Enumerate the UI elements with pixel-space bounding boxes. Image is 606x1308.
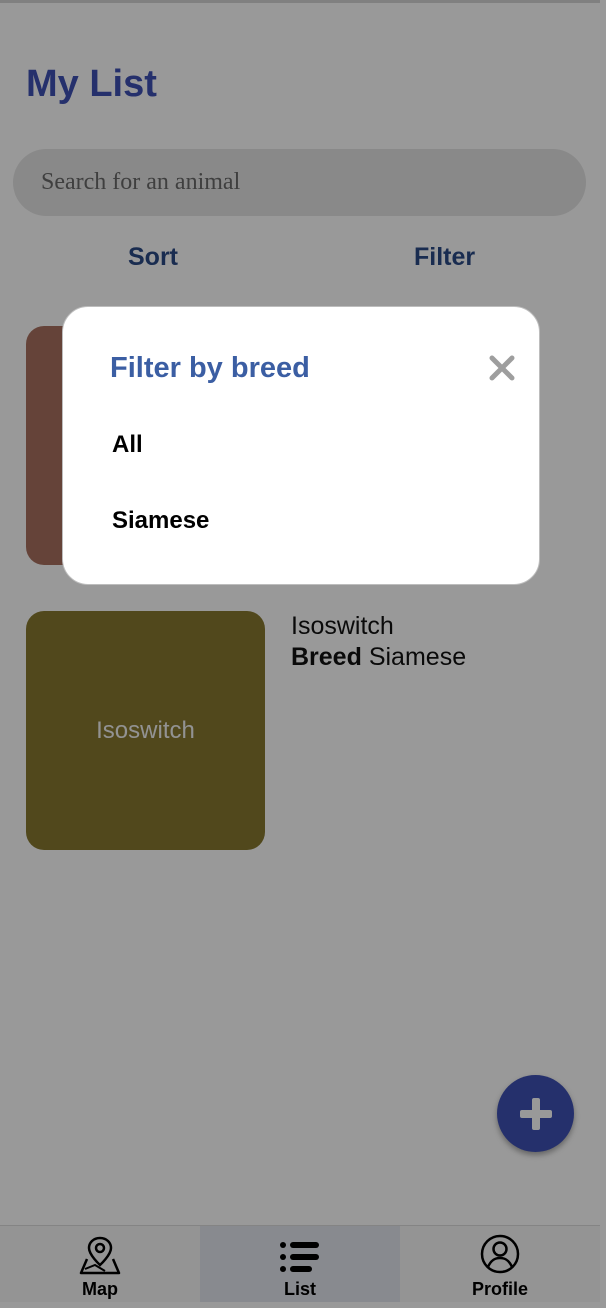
close-button[interactable] [487, 353, 517, 383]
modal-backdrop[interactable] [0, 0, 606, 1308]
close-icon [489, 355, 515, 381]
filter-option-siamese[interactable]: Siamese [112, 507, 209, 535]
modal-title: Filter by breed [110, 352, 310, 384]
filter-modal: Filter by breed All Siamese [62, 306, 540, 585]
filter-option-all[interactable]: All [112, 431, 143, 459]
